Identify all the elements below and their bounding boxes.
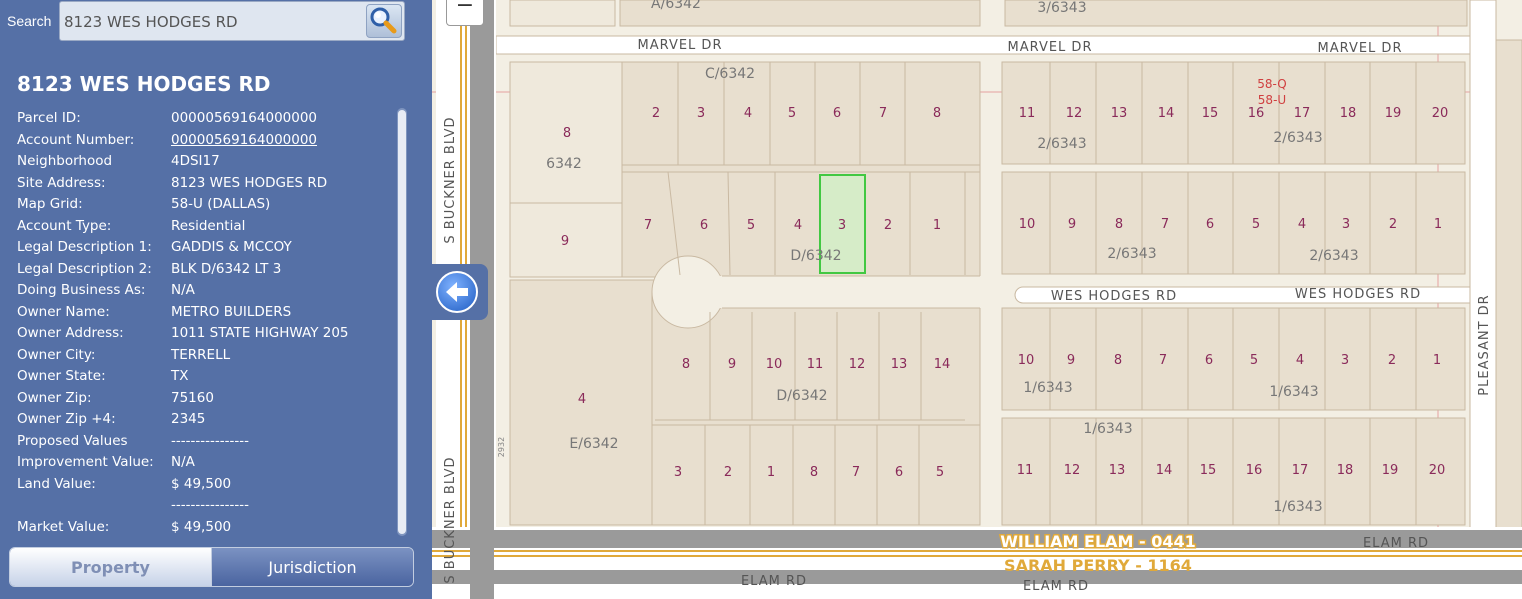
attribute-label: Account Number: bbox=[17, 131, 135, 148]
attribute-row: Doing Business As: N/A bbox=[17, 280, 397, 302]
attribute-value: Residential bbox=[171, 217, 246, 234]
magnifier-search-icon bbox=[370, 7, 397, 34]
attribute-row: Market Value: $ 49,500 bbox=[17, 517, 397, 539]
attribute-label: Site Address: bbox=[17, 174, 106, 191]
attribute-label: Neighborhood bbox=[17, 153, 113, 169]
attribute-row: Legal Description 2: BLK D/6342 LT 3 bbox=[17, 259, 397, 281]
attribute-value: $ 49,500 bbox=[171, 518, 232, 535]
attribute-row: Owner Zip: 75160 bbox=[17, 388, 397, 410]
attribute-value: TERRELL bbox=[171, 346, 231, 363]
account-number-link[interactable]: 00000569164000000 bbox=[171, 130, 317, 152]
attribute-value: METRO BUILDERS bbox=[171, 303, 292, 320]
attribute-row: Neighborhood 4DSI17 bbox=[17, 151, 397, 173]
attribute-label: Owner Zip +4: bbox=[17, 411, 116, 427]
attribute-value: 2345 bbox=[171, 411, 206, 427]
attribute-label: Parcel ID: bbox=[17, 110, 81, 126]
attribute-row: ---------------- bbox=[17, 495, 397, 517]
back-arrow-icon bbox=[436, 271, 478, 313]
map-canvas[interactable] bbox=[432, 0, 1522, 599]
attribute-value: 8123 WES HODGES RD bbox=[171, 174, 328, 191]
attribute-label: Legal Description 2: bbox=[17, 260, 152, 277]
zoom-out-button[interactable]: − bbox=[446, 0, 484, 26]
attribute-label: Map Grid: bbox=[17, 196, 83, 212]
attribute-value: 75160 bbox=[171, 389, 214, 406]
attribute-row: Account Type: Residential bbox=[17, 216, 397, 238]
attribute-value: 58-U (DALLAS) bbox=[171, 196, 271, 212]
tab-jurisdiction[interactable]: Jurisdiction bbox=[211, 548, 413, 586]
attributes-scrollbar[interactable] bbox=[397, 108, 407, 536]
attribute-label: Owner Name: bbox=[17, 303, 110, 320]
attribute-label: Owner Zip: bbox=[17, 389, 92, 406]
parcel-attributes: Parcel ID: 00000569164000000 Account Numbe… bbox=[17, 108, 397, 538]
attribute-row: Owner State: TX bbox=[17, 366, 397, 388]
attribute-row: Map Grid: 58-U (DALLAS) bbox=[17, 194, 397, 216]
search-label: Search bbox=[7, 13, 52, 29]
tab-property[interactable]: Property bbox=[10, 548, 211, 586]
attribute-label: Land Value: bbox=[17, 475, 96, 492]
attribute-row: Owner City: TERRELL bbox=[17, 345, 397, 367]
attribute-value: BLK D/6342 LT 3 bbox=[171, 260, 282, 277]
attribute-label: Doing Business As: bbox=[17, 282, 146, 298]
attribute-row: Proposed Values ---------------- bbox=[17, 431, 397, 453]
attribute-label: Owner Address: bbox=[17, 325, 124, 341]
attribute-value: 00000569164000000 bbox=[171, 110, 318, 126]
attribute-value: ---------------- bbox=[171, 432, 249, 449]
search-input[interactable] bbox=[62, 9, 366, 35]
selected-parcel[interactable] bbox=[819, 174, 866, 274]
attribute-label: Improvement Value: bbox=[17, 454, 154, 470]
attribute-row: Improvement Value: N/A bbox=[17, 452, 397, 474]
attribute-value: N/A bbox=[171, 282, 195, 298]
sidebar-tabs: Property Jurisdiction bbox=[9, 547, 414, 587]
search-button[interactable] bbox=[366, 4, 402, 38]
search-box bbox=[59, 1, 405, 41]
attribute-label: Proposed Values bbox=[17, 432, 128, 449]
attribute-label: Account Type: bbox=[17, 217, 112, 234]
attribute-value: 1011 STATE HIGHWAY 205 bbox=[171, 325, 349, 341]
attribute-label: Market Value: bbox=[17, 518, 110, 535]
parcel-map[interactable]: MARVEL DR MARVEL DR MARVEL DR WES HODGES RD… bbox=[432, 0, 1522, 599]
scrollbar-thumb[interactable] bbox=[398, 110, 406, 534]
attribute-row: Owner Address: 1011 STATE HIGHWAY 205 bbox=[17, 323, 397, 345]
attribute-value: N/A bbox=[171, 454, 195, 470]
attribute-label: Legal Description 1: bbox=[17, 239, 152, 255]
attribute-value: GADDIS & MCCOY bbox=[171, 239, 292, 255]
arrow-left-icon bbox=[446, 282, 468, 302]
attribute-value: ---------------- bbox=[171, 497, 249, 513]
attribute-value: 4DSI17 bbox=[171, 153, 220, 169]
attribute-row: Site Address: 8123 WES HODGES RD bbox=[17, 173, 397, 195]
attribute-row: Land Value: $ 49,500 bbox=[17, 474, 397, 496]
attribute-label: Owner State: bbox=[17, 368, 106, 384]
attribute-row: Legal Description 1: GADDIS & MCCOY bbox=[17, 237, 397, 259]
attribute-row: Parcel ID: 00000569164000000 bbox=[17, 108, 397, 130]
attribute-label: Owner City: bbox=[17, 346, 96, 363]
parcel-title: 8123 WES HODGES RD bbox=[17, 72, 271, 96]
collapse-sidebar-button[interactable] bbox=[432, 264, 488, 320]
attribute-row: Owner Zip +4: 2345 bbox=[17, 409, 397, 431]
attribute-row: Owner Name: METRO BUILDERS bbox=[17, 302, 397, 324]
attribute-row: Account Number: 00000569164000000 bbox=[17, 130, 397, 152]
attribute-value: $ 49,500 bbox=[171, 475, 232, 492]
property-sidebar: Search 8123 WES HODGES RD Parcel ID: 0000… bbox=[0, 0, 432, 599]
attribute-value: TX bbox=[171, 368, 189, 384]
